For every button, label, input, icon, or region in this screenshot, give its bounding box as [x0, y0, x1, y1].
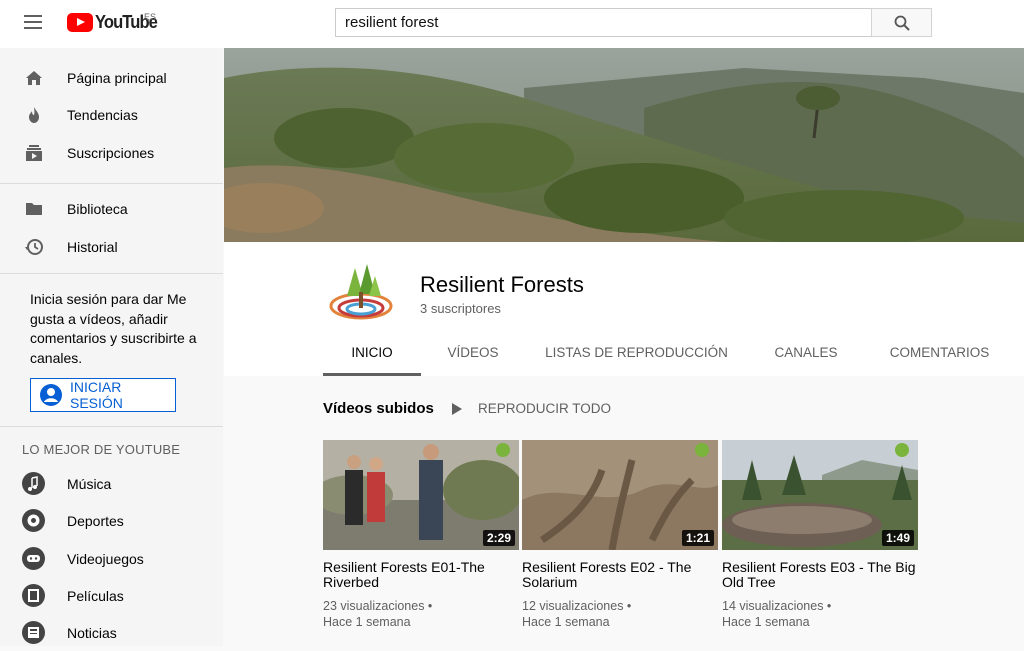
signin-button-label: INICIAR SESIÓN	[70, 379, 123, 411]
channel-avatar[interactable]	[323, 256, 399, 332]
trending-icon	[29, 106, 39, 123]
best-of-title: LO MEJOR DE YOUTUBE	[22, 442, 181, 457]
history-icon	[25, 238, 43, 255]
video-card[interactable]: 1:21 Resilient Forests E02 - The Solariu…	[522, 440, 718, 630]
sidebar-item-label: Películas	[67, 587, 124, 604]
sidebar-item-label: Página principal	[67, 69, 167, 86]
hamburger-menu-icon[interactable]	[24, 15, 42, 29]
account-icon	[40, 384, 62, 406]
video-age: Hace 1 semana	[323, 615, 411, 629]
youtube-play-icon	[67, 13, 93, 32]
video-duration: 1:21	[681, 530, 714, 546]
video-title[interactable]: Resilient Forests E03 - The Big Old Tree	[722, 560, 918, 590]
play-icon	[452, 402, 462, 415]
video-views: 14 visualizaciones	[722, 599, 824, 613]
sidebar-item-label: Tendencias	[67, 106, 138, 123]
play-all-button[interactable]: REPRODUCIR TODO	[452, 401, 611, 416]
video-thumbnail[interactable]: 1:49	[722, 440, 918, 550]
search-input[interactable]: resilient forest	[335, 8, 872, 37]
sidebar-item-home[interactable]: Página principal	[0, 59, 223, 96]
search-icon	[894, 15, 910, 31]
tab-videos[interactable]: VÍDEOS	[434, 345, 512, 376]
tab-home[interactable]: INICIO	[323, 345, 421, 376]
video-age: Hace 1 semana	[722, 615, 810, 629]
channel-banner	[224, 48, 1024, 242]
sidebar-divider	[0, 426, 223, 427]
video-card[interactable]: 1:49 Resilient Forests E03 - The Big Old…	[722, 440, 918, 630]
subscriptions-icon	[26, 144, 42, 161]
video-age: Hace 1 semana	[522, 615, 610, 629]
active-tab-indicator	[323, 373, 421, 376]
movies-icon	[22, 584, 45, 607]
search-button[interactable]	[871, 8, 932, 37]
gaming-icon	[22, 547, 45, 570]
signin-button[interactable]: INICIAR SESIÓN	[30, 378, 176, 412]
uploads-title[interactable]: Vídeos subidos	[323, 400, 434, 417]
music-icon	[22, 472, 45, 495]
video-duration: 2:29	[482, 530, 515, 546]
video-meta: 14 visualizaciones • Hace 1 semana	[722, 599, 832, 629]
sidebar-item-label: Suscripciones	[67, 144, 155, 161]
sidebar-item-label: Videojuegos	[67, 550, 144, 567]
tab-playlists[interactable]: LISTAS DE REPRODUCCIÓN	[540, 345, 733, 376]
sidebar-item-movies[interactable]: Películas	[0, 577, 223, 614]
country-code: ES	[144, 12, 157, 22]
video-duration: 1:49	[881, 530, 914, 546]
sidebar-item-music[interactable]: Música	[0, 465, 223, 502]
top-bar: YouTube ES resilient forest	[0, 0, 1024, 48]
sidebar-item-library[interactable]: Biblioteca	[0, 190, 223, 227]
forest-logo-icon	[329, 264, 393, 320]
video-thumbnail[interactable]: 2:29	[323, 440, 519, 550]
sidebar-item-news[interactable]: Noticias	[0, 614, 223, 651]
sidebar-item-label: Biblioteca	[67, 200, 128, 217]
video-thumbnail[interactable]: 1:21	[522, 440, 718, 550]
video-meta: 12 visualizaciones • Hace 1 semana	[522, 599, 632, 629]
folder-icon	[26, 202, 42, 215]
play-all-label: REPRODUCIR TODO	[478, 401, 612, 416]
sidebar-item-label: Deportes	[67, 512, 124, 529]
sidebar-item-sports[interactable]: Deportes	[0, 502, 223, 539]
channel-name: Resilient Forests	[420, 272, 584, 297]
tab-comments[interactable]: COMENTARIOS	[880, 345, 999, 376]
home-icon	[26, 70, 42, 85]
sidebar-divider	[0, 183, 223, 184]
signin-prompt: Inicia sesión para dar Me gusta a vídeos…	[30, 291, 197, 366]
sidebar-item-subscriptions[interactable]: Suscripciones	[0, 134, 223, 171]
sidebar-item-label: Noticias	[67, 624, 117, 641]
subscriber-count: 3 suscriptores	[420, 301, 501, 316]
sidebar-divider	[0, 273, 223, 274]
sports-icon	[22, 509, 45, 532]
video-card[interactable]: 2:29 Resilient Forests E01-The Riverbed …	[323, 440, 519, 630]
video-views: 23 visualizaciones	[323, 599, 425, 613]
news-icon	[22, 621, 45, 644]
sidebar-item-gaming[interactable]: Videojuegos	[0, 540, 223, 577]
sidebar-item-label: Música	[67, 475, 112, 492]
sidebar-item-label: Historial	[67, 238, 118, 255]
video-meta: 23 visualizaciones • Hace 1 semana	[323, 599, 433, 629]
tab-channels[interactable]: CANALES	[762, 345, 850, 376]
video-title[interactable]: Resilient Forests E01-The Riverbed	[323, 560, 519, 590]
video-title[interactable]: Resilient Forests E02 - The Solarium	[522, 560, 718, 590]
sidebar-item-trending[interactable]: Tendencias	[0, 96, 223, 133]
video-views: 12 visualizaciones	[522, 599, 624, 613]
sidebar-item-history[interactable]: Historial	[0, 228, 223, 265]
